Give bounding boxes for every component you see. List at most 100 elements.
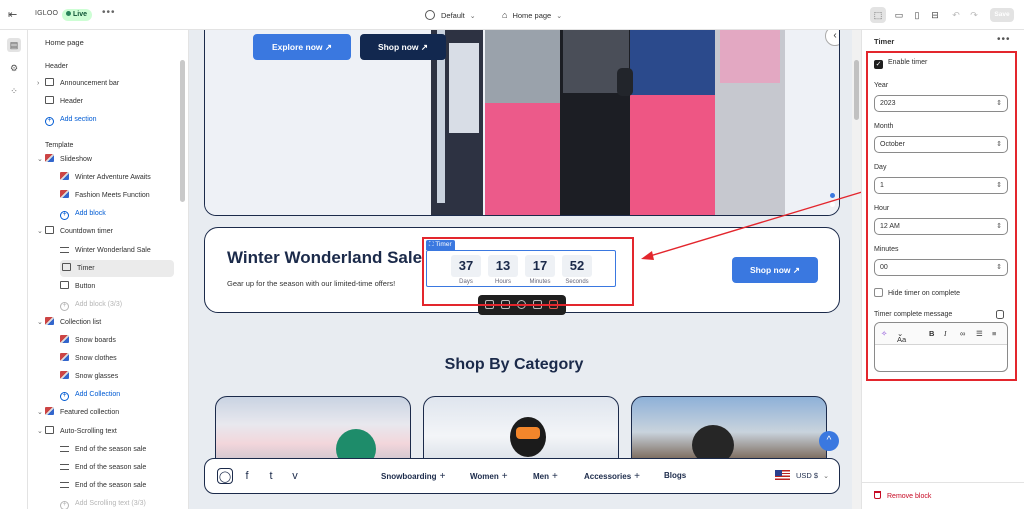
nav-item-label: Blogs xyxy=(664,471,687,480)
sidebar-item-label: Auto-Scrolling text xyxy=(60,427,117,435)
settings-gear-icon[interactable]: ⚙ xyxy=(7,61,21,75)
instagram-icon[interactable]: ◯ xyxy=(217,468,233,484)
arrow-up-right-icon: ↗ xyxy=(792,265,801,275)
image-icon xyxy=(60,190,69,199)
sidebar-scrollbar[interactable] xyxy=(180,60,185,202)
currency-selector[interactable]: USD $ ⌄ xyxy=(775,470,829,480)
image-icon xyxy=(45,316,54,325)
nav-item-snowboarding[interactable]: Snowboarding + xyxy=(381,471,445,482)
plus-circle-icon: + xyxy=(60,301,69,311)
page-label: Home page xyxy=(512,11,552,20)
sidebar-item-slideshow[interactable]: ⌄ Slideshow xyxy=(37,151,174,168)
desktop-view-icon[interactable]: ▭ xyxy=(891,7,907,23)
sections-icon[interactable]: ▤ xyxy=(7,38,21,52)
sidebar-item-label: Announcement bar xyxy=(60,80,120,87)
sidebar-item-snow-clothes[interactable]: Snow clothes xyxy=(60,350,174,367)
sidebar-item-winter-adventure-awaits[interactable]: Winter Adventure Awaits xyxy=(60,169,174,186)
countdown-shop-now-button[interactable]: Shop now ↗ xyxy=(732,257,818,283)
chevron-down-icon: ⌄ xyxy=(823,473,829,480)
vimeo-icon[interactable]: v xyxy=(287,468,303,484)
exit-icon[interactable]: ⇤ xyxy=(8,8,22,22)
nav-item-men[interactable]: Men + xyxy=(533,471,558,482)
sidebar-item-end-of-the-season-sale[interactable]: End of the season sale xyxy=(60,441,174,458)
annotation-box-panel xyxy=(866,51,1017,381)
countdown-shop-now-label: Shop now xyxy=(749,265,791,275)
save-button[interactable]: Save xyxy=(990,8,1014,22)
plus-circle-icon: + xyxy=(60,392,69,402)
plus-circle-icon: + xyxy=(60,211,69,221)
chevron-down-icon[interactable]: ⌄ xyxy=(37,423,45,440)
preview-canvas: Explore now ↗ Shop now ↗ ‹ Winter Wonder… xyxy=(189,30,861,509)
panel-divider xyxy=(862,482,1024,483)
sidebar: Home page Header › Announcement bar Heade… xyxy=(28,30,189,509)
hero-shop-now-button[interactable]: Shop now ↗ xyxy=(360,34,446,60)
sidebar-item-snow-boards[interactable]: Snow boards xyxy=(60,332,174,349)
arrow-up-right-icon: ↗ xyxy=(324,42,333,52)
sidebar-item-countdown-timer[interactable]: ⌄ Countdown timer xyxy=(37,223,174,240)
twitter-icon[interactable]: t xyxy=(263,468,279,484)
apps-icon[interactable]: ⁘ xyxy=(7,84,21,98)
sidebar-item-announcement-bar[interactable]: › Announcement bar xyxy=(37,75,177,92)
slideshow-hero: Explore now ↗ Shop now ↗ ‹ xyxy=(204,30,840,216)
sidebar-item-end-of-the-season-sale[interactable]: End of the season sale xyxy=(60,477,174,494)
add-block-button[interactable]: + Add block xyxy=(60,205,174,222)
slide-dot[interactable] xyxy=(830,193,835,198)
live-label: Live xyxy=(73,11,88,18)
inspector-icon[interactable]: ⬚ xyxy=(870,7,886,23)
canvas-scrollbar[interactable] xyxy=(854,60,859,120)
sidebar-item-label: Snow clothes xyxy=(75,355,117,363)
page-selector[interactable]: ⌂ Home page ⌄ xyxy=(502,10,562,20)
image-icon xyxy=(45,407,54,416)
us-flag-icon xyxy=(775,470,790,480)
sidebar-item-label: Add block xyxy=(75,210,106,218)
sidebar-item-button[interactable]: Button xyxy=(60,278,174,295)
sidebar-item-winter-wonderland-sale[interactable]: Winter Wonderland Sale xyxy=(60,242,174,259)
hero-shop-now-label: Shop now xyxy=(377,42,419,52)
sidebar-item-label: Fashion Meets Function xyxy=(75,192,150,200)
add-collection-button[interactable]: + Add Collection xyxy=(60,386,174,403)
trash-icon xyxy=(874,491,881,499)
chevron-down-icon[interactable]: ⌄ xyxy=(37,314,45,331)
panel-more-icon[interactable]: ••• xyxy=(997,34,1011,45)
nav-item-women[interactable]: Women + xyxy=(470,471,508,482)
facebook-icon[interactable]: f xyxy=(239,468,255,484)
image-icon xyxy=(45,154,54,162)
sidebar-item-fashion-meets-function[interactable]: Fashion Meets Function xyxy=(60,187,174,204)
sidebar-item-label: End of the season sale xyxy=(75,445,147,453)
sidebar-item-header[interactable]: Header xyxy=(45,93,177,110)
remove-block-button[interactable]: Remove block xyxy=(874,491,931,500)
layout-section-icon xyxy=(45,425,54,434)
sidebar-item-label: Snow glasses xyxy=(75,373,119,381)
sidebar-item-collection-list[interactable]: ⌄ Collection list xyxy=(37,314,174,331)
text-icon xyxy=(60,481,69,488)
nav-item-accessories[interactable]: Accessories + xyxy=(584,471,640,482)
countdown-subtitle: Gear up for the season with our limited-… xyxy=(227,279,396,288)
undo-icon[interactable]: ↶ xyxy=(948,7,964,23)
sidebar-item-label: Snow boards xyxy=(75,337,116,344)
settings-panel: Timer ••• ✓ Enable timer Year 2023 ⇕ Month… xyxy=(861,30,1024,509)
theme-selector[interactable]: Default ⌄ xyxy=(425,10,476,20)
chevron-down-icon[interactable]: ⌄ xyxy=(37,151,45,168)
home-icon: ⌂ xyxy=(502,10,508,20)
chevron-down-icon[interactable]: ⌄ xyxy=(37,404,45,421)
globe-icon xyxy=(425,10,435,20)
mobile-view-icon[interactable]: ▯ xyxy=(909,7,925,23)
sidebar-item-featured-collection[interactable]: ⌄ Featured collection xyxy=(37,404,174,421)
redo-icon[interactable]: ↷ xyxy=(966,7,982,23)
category-title: Shop By Category xyxy=(444,356,584,373)
sidebar-item-timer[interactable]: Timer xyxy=(60,259,174,277)
add-section-button[interactable]: + Add section xyxy=(45,111,97,128)
group-template: Template xyxy=(45,142,74,149)
scroll-top-button[interactable]: ^ xyxy=(819,431,839,451)
store-name[interactable]: IGLOO xyxy=(35,10,58,17)
more-actions-icon[interactable]: ••• xyxy=(102,7,116,18)
fullwidth-view-icon[interactable]: ⊟ xyxy=(927,7,943,23)
sidebar-item-snow-glasses[interactable]: Snow glasses xyxy=(60,368,174,385)
sidebar-item-auto-scrolling-text[interactable]: ⌄ Auto-Scrolling text xyxy=(37,423,174,440)
slide-dot[interactable] xyxy=(830,202,835,207)
chevron-down-icon[interactable]: ⌄ xyxy=(37,223,45,240)
image-icon xyxy=(60,353,69,362)
explore-now-button[interactable]: Explore now ↗ xyxy=(253,34,351,60)
sidebar-item-end-of-the-season-sale[interactable]: End of the season sale xyxy=(60,459,174,476)
nav-item-blogs[interactable]: Blogs xyxy=(664,471,686,480)
